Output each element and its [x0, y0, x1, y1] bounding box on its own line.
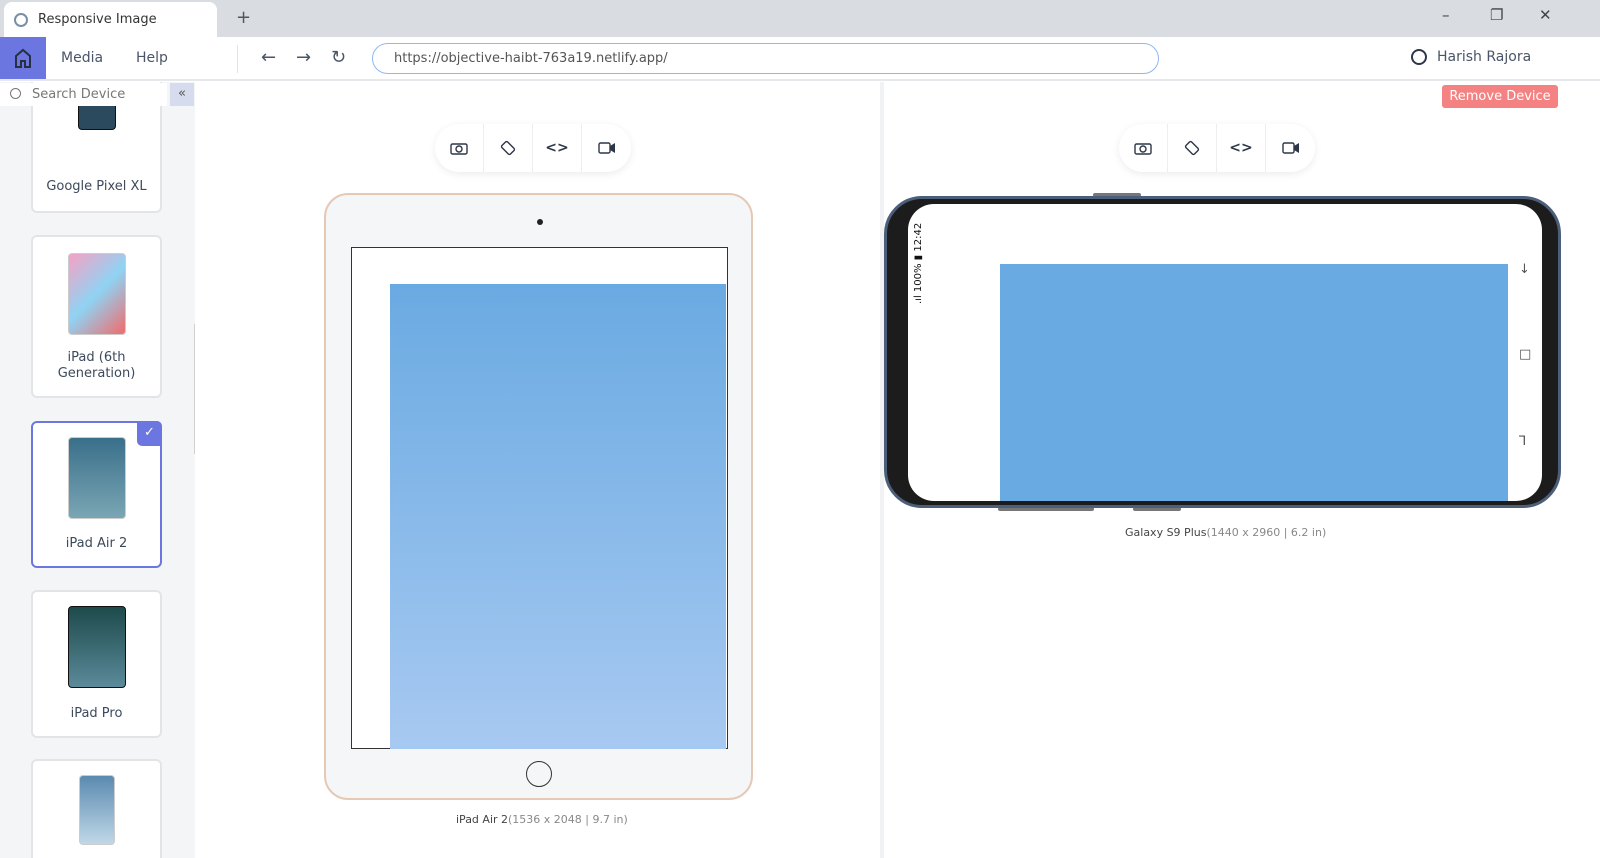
device-card-ipad-6th-gen[interactable]: iPad (6th Generation): [31, 235, 162, 398]
camera-icon: [450, 143, 468, 155]
device-caption-spec: (1536 x 2048 | 9.7 in): [508, 813, 628, 826]
galaxy-s9-plus-frame: .ıl 100% ▮ 12:42 ↓ □ ⅂: [884, 196, 1561, 508]
device-toolbar-galaxy: <>: [1119, 124, 1315, 172]
new-tab-button[interactable]: +: [236, 7, 251, 28]
code-button[interactable]: <>: [1217, 124, 1266, 172]
code-button[interactable]: <>: [533, 124, 582, 172]
device-thumbnail: [78, 775, 115, 845]
reload-button[interactable]: ↻: [331, 47, 346, 68]
nav-back-icon[interactable]: ↓: [1519, 262, 1530, 277]
device-caption-spec: (1440 x 2960 | 6.2 in): [1206, 526, 1327, 539]
back-button[interactable]: ←: [261, 47, 276, 68]
minimize-button[interactable]: –: [1442, 6, 1450, 24]
status-bar: .ıl 100% ▮ 12:42: [913, 222, 924, 304]
device-thumbnail: [67, 253, 126, 335]
ipad-air-2-frame: [324, 193, 753, 800]
globe-icon: [14, 12, 28, 27]
maximize-button[interactable]: ❐: [1490, 6, 1503, 24]
nav-home-icon[interactable]: □: [1519, 347, 1531, 362]
screenshot-button[interactable]: [435, 124, 484, 172]
device-name: Google Pixel XL: [46, 179, 147, 194]
video-icon: [597, 142, 615, 154]
rotate-icon: [500, 140, 516, 156]
user-icon: [1411, 49, 1427, 65]
device-card-ipad-air-2[interactable]: ✓ iPad Air 2: [31, 421, 162, 568]
screenshot-button[interactable]: [1119, 124, 1168, 172]
app-toolbar: Media Help ← → ↻ https://objective-haibt…: [0, 37, 1600, 81]
user-profile[interactable]: Harish Rajora: [1411, 49, 1531, 65]
record-button[interactable]: [1266, 124, 1315, 172]
menu-help[interactable]: Help: [136, 50, 168, 66]
responsive-image: [1000, 264, 1508, 501]
close-button[interactable]: ✕: [1539, 6, 1552, 24]
device-caption: Galaxy S9 Plus(1440 x 2960 | 6.2 in): [1125, 526, 1326, 539]
menu-media[interactable]: Media: [61, 50, 103, 66]
user-name: Harish Rajora: [1437, 49, 1532, 65]
home-icon: [15, 48, 31, 68]
device-sidebar: Google Pixel XL iPad (6th Generation) ✓ …: [0, 82, 195, 858]
device-screen[interactable]: .ıl 100% ▮ 12:42 ↓ □ ⅂: [908, 204, 1542, 501]
device-thumbnail: [67, 606, 126, 688]
forward-button[interactable]: →: [296, 47, 311, 68]
selected-check-icon: ✓: [137, 421, 162, 446]
browser-tab[interactable]: Responsive Image: [4, 2, 217, 37]
record-button[interactable]: [582, 124, 631, 172]
camera-icon: [1134, 143, 1152, 155]
nav-recent-icon[interactable]: ⅂: [1519, 434, 1526, 449]
device-toolbar-ipad: <>: [435, 124, 631, 172]
device-caption-name: Galaxy S9 Plus: [1125, 526, 1207, 539]
device-caption: iPad Air 2(1536 x 2048 | 9.7 in): [456, 813, 628, 826]
device-name: iPad Pro: [70, 706, 123, 721]
rotate-icon: [1184, 140, 1200, 156]
device-thumbnail: [67, 437, 126, 519]
url-input[interactable]: https://objective-haibt-763a19.netlify.a…: [372, 43, 1159, 74]
video-icon: [1281, 142, 1299, 154]
divider: [237, 45, 238, 73]
device-screen[interactable]: [351, 247, 728, 749]
collapse-sidebar-button[interactable]: «: [170, 83, 194, 106]
remove-device-button[interactable]: Remove Device: [1442, 85, 1558, 108]
device-name: iPad Air 2: [65, 536, 128, 551]
device-card-ipad-pro[interactable]: iPad Pro: [31, 590, 162, 738]
camera-dot: [537, 219, 543, 225]
home-button-icon: [526, 761, 552, 787]
device-name: iPad (6th Generation): [57, 350, 136, 381]
search-icon: [10, 88, 21, 99]
rotate-button[interactable]: [484, 124, 533, 172]
sidebar-scrollbar[interactable]: [194, 324, 195, 454]
tab-bar: Responsive Image + – ❐ ✕: [0, 0, 1600, 37]
responsive-image: [390, 284, 726, 749]
search-placeholder: Search Device: [32, 87, 126, 102]
tab-title: Responsive Image: [38, 12, 157, 27]
home-button[interactable]: [0, 37, 46, 79]
search-device-input[interactable]: Search Device: [0, 83, 167, 106]
device-card-iphone[interactable]: [31, 759, 162, 858]
rotate-button[interactable]: [1168, 124, 1217, 172]
device-caption-name: iPad Air 2: [456, 813, 509, 826]
